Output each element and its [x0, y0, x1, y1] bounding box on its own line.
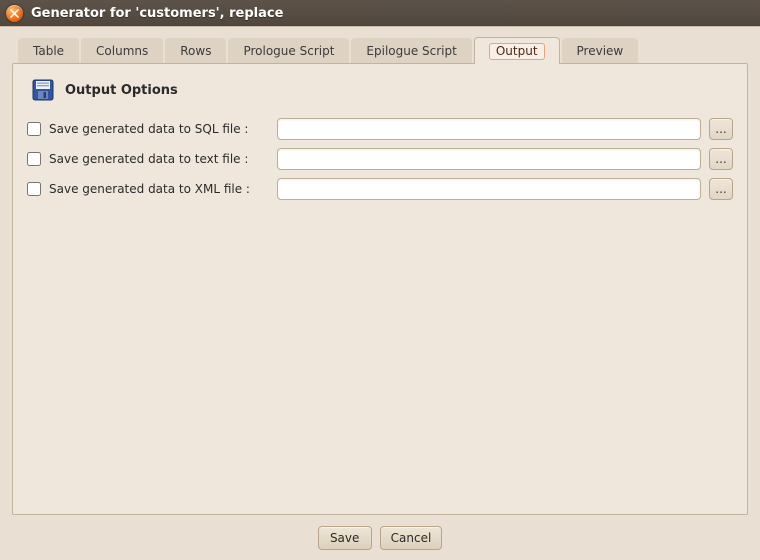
browse-text-button[interactable]: ... [709, 148, 733, 170]
row-text-file: Save generated data to text file : ... [27, 148, 733, 170]
window-title: Generator for 'customers', replace [31, 6, 283, 21]
input-sql-path[interactable] [277, 118, 701, 140]
tab-epilogue-script[interactable]: Epilogue Script [351, 38, 471, 63]
tab-rows[interactable]: Rows [165, 38, 226, 63]
tab-panel-output: Output Options Save generated data to SQ… [12, 63, 748, 515]
tab-label: Table [33, 44, 64, 58]
tab-label: Prologue Script [243, 44, 334, 58]
section-header: Output Options [31, 78, 733, 102]
browse-xml-button[interactable]: ... [709, 178, 733, 200]
tab-label: Preview [577, 44, 624, 58]
tab-label: Rows [180, 44, 211, 58]
input-xml-path[interactable] [277, 178, 701, 200]
save-button[interactable]: Save [318, 526, 372, 550]
checkbox-save-xml[interactable] [27, 182, 41, 196]
cancel-button[interactable]: Cancel [380, 526, 443, 550]
checkbox-save-text[interactable] [27, 152, 41, 166]
tab-table[interactable]: Table [18, 38, 79, 63]
tabstrip: Table Columns Rows Prologue Script Epilo… [12, 37, 748, 63]
browse-sql-button[interactable]: ... [709, 118, 733, 140]
tab-label: Columns [96, 44, 148, 58]
titlebar: Generator for 'customers', replace [0, 0, 760, 26]
input-text-path[interactable] [277, 148, 701, 170]
tab-output[interactable]: Output [474, 37, 560, 64]
label-save-text: Save generated data to text file : [49, 152, 269, 166]
tab-label: Output [489, 43, 545, 60]
section-title: Output Options [65, 83, 178, 98]
dialog-button-bar: Save Cancel [0, 526, 760, 550]
close-icon[interactable] [6, 5, 23, 22]
checkbox-save-sql[interactable] [27, 122, 41, 136]
tab-preview[interactable]: Preview [562, 38, 639, 63]
tab-label: Epilogue Script [366, 44, 456, 58]
tab-prologue-script[interactable]: Prologue Script [228, 38, 349, 63]
row-xml-file: Save generated data to XML file : ... [27, 178, 733, 200]
window-body: Table Columns Rows Prologue Script Epilo… [0, 26, 760, 560]
row-sql-file: Save generated data to SQL file : ... [27, 118, 733, 140]
save-disk-icon [31, 78, 55, 102]
label-save-sql: Save generated data to SQL file : [49, 122, 269, 136]
tab-columns[interactable]: Columns [81, 38, 163, 63]
label-save-xml: Save generated data to XML file : [49, 182, 269, 196]
